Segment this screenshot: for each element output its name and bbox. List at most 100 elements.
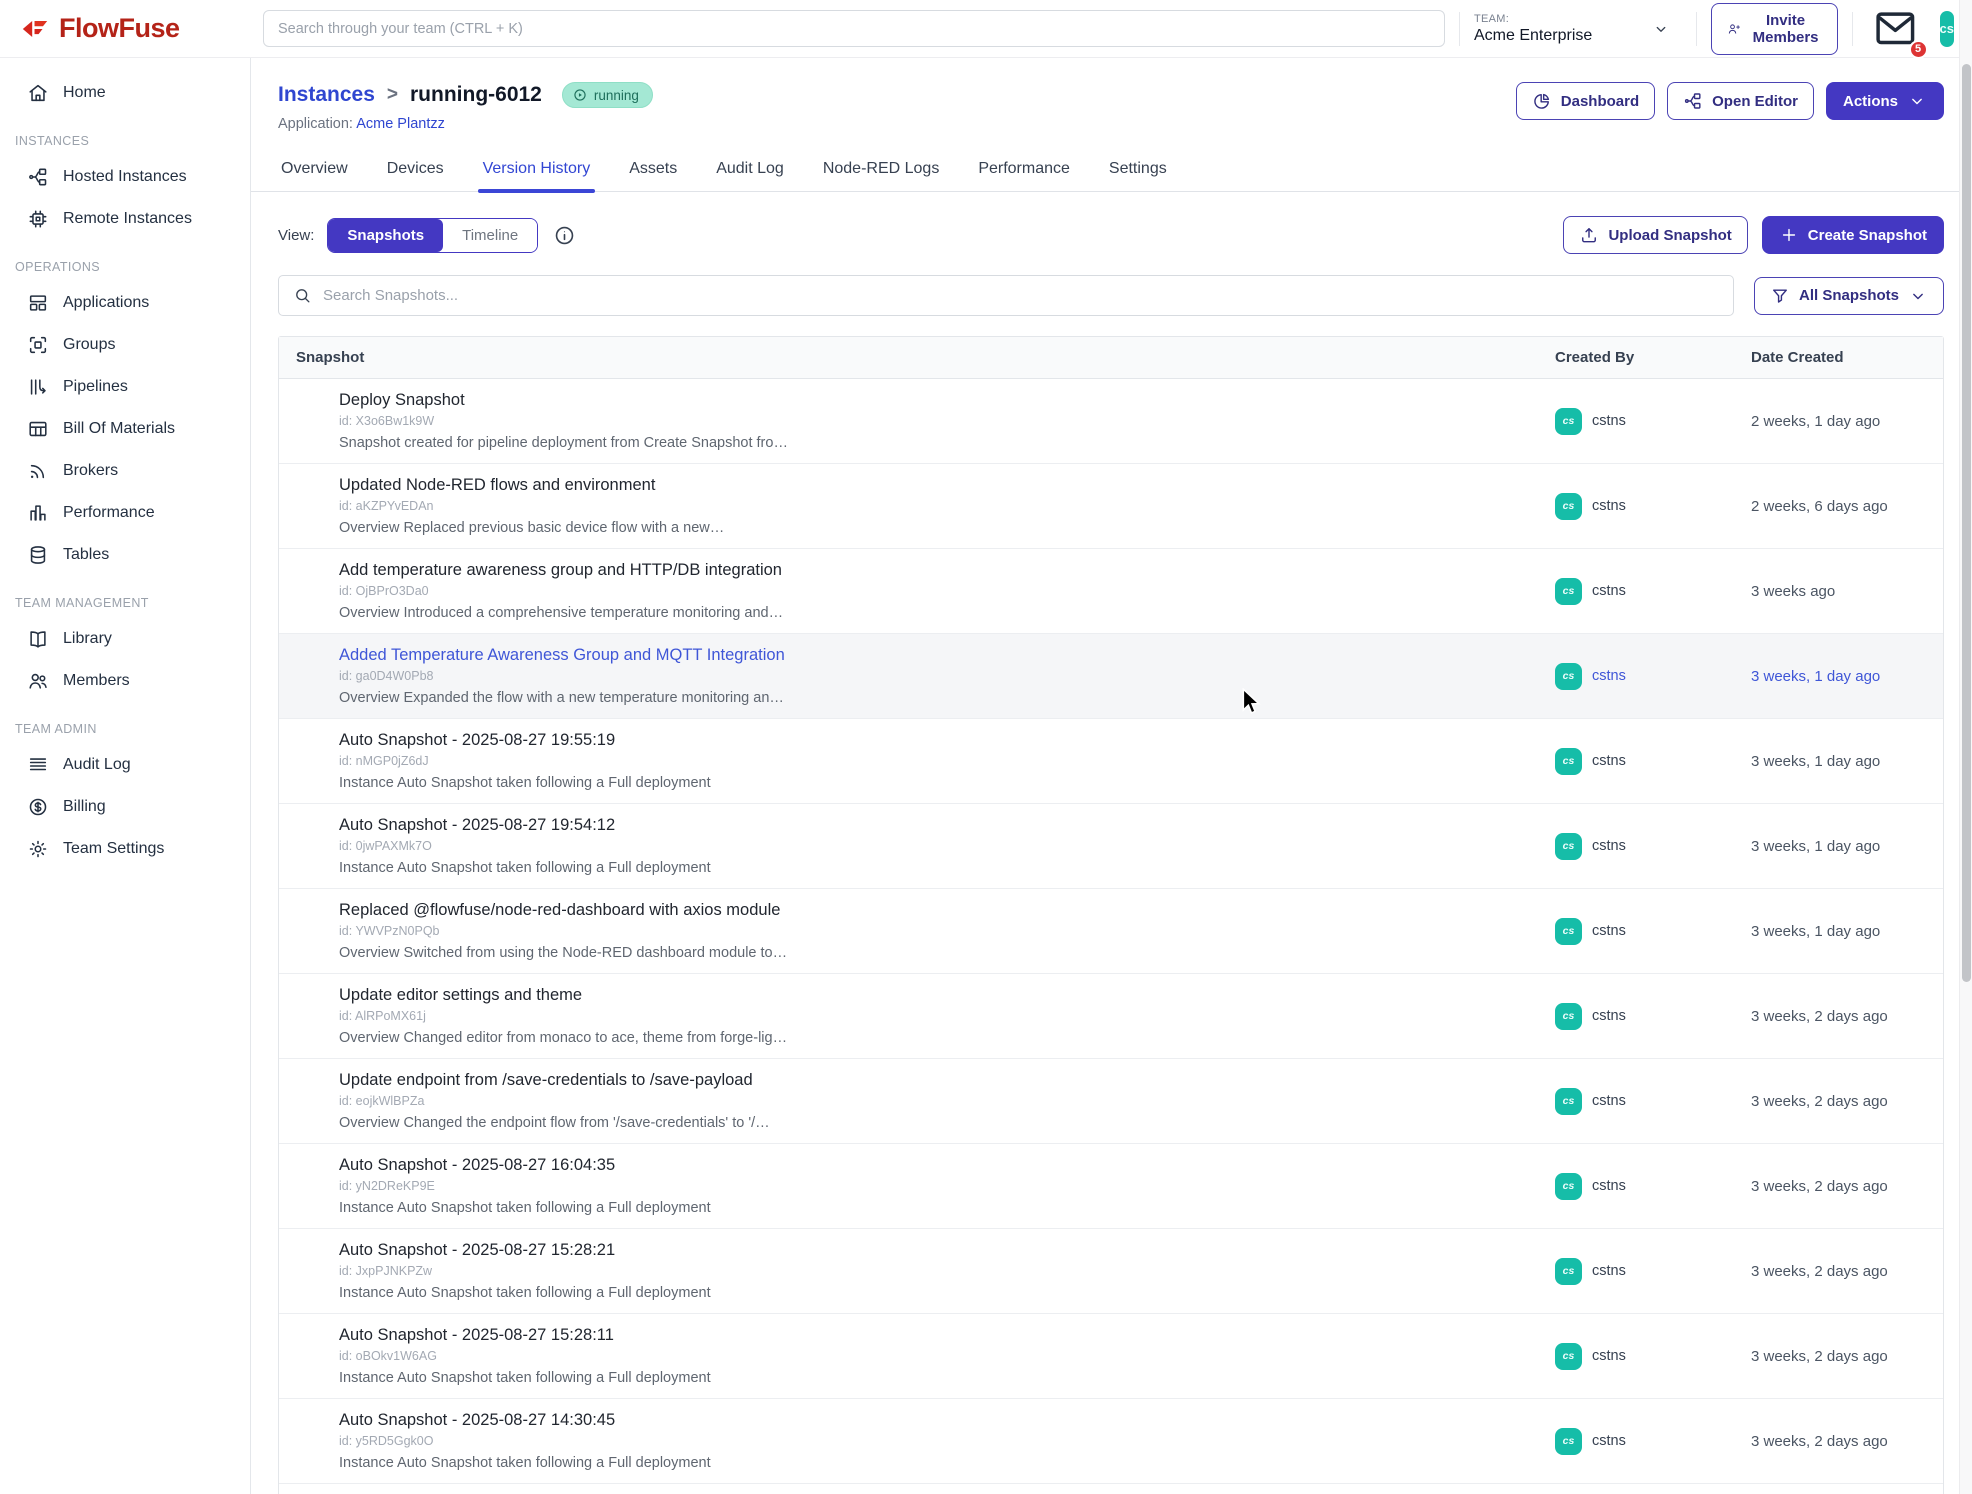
table-row[interactable]: Deploy Snapshot id: X3o6Bw1k9W Snapshot … xyxy=(279,379,1943,464)
sidebar-item-billing[interactable]: Billing xyxy=(0,786,250,828)
table-row[interactable]: Update editor settings and theme id: AlR… xyxy=(279,974,1943,1059)
snapshot-title[interactable]: Update editor settings and theme xyxy=(339,986,787,1005)
sidebar-item-brokers[interactable]: Brokers xyxy=(0,450,250,492)
view-segment-timeline[interactable]: Timeline xyxy=(443,219,537,252)
flowfuse-logo[interactable]: FlowFuse xyxy=(20,13,263,44)
tab-devices[interactable]: Devices xyxy=(386,154,445,191)
snapshot-description: Instance Auto Snapshot taken following a… xyxy=(339,1370,711,1386)
snapshot-title[interactable]: Auto Snapshot - 2025-08-27 19:55:19 xyxy=(339,731,711,750)
actions-button[interactable]: Actions xyxy=(1826,82,1944,120)
snapshot-title[interactable]: Auto Snapshot - 2025-08-27 14:30:45 xyxy=(339,1411,711,1430)
sidebar-item-pipelines[interactable]: Pipelines xyxy=(0,366,250,408)
team-name: Acme Enterprise xyxy=(1474,27,1592,45)
snapshot-title[interactable]: Added Temperature Awareness Group and MQ… xyxy=(339,646,785,665)
table-row[interactable]: Add temperature awareness group and HTTP… xyxy=(279,549,1943,634)
sidebar-item-performance[interactable]: Performance xyxy=(0,492,250,534)
snapshot-id: id: eojkWlBPZa xyxy=(339,1094,770,1108)
tab-performance[interactable]: Performance xyxy=(977,154,1071,191)
team-selector[interactable]: TEAM: Acme Enterprise xyxy=(1474,13,1682,45)
scrollbar-thumb[interactable] xyxy=(1962,64,1971,982)
table-row[interactable]: Auto Snapshot - 2025-08-27 15:28:11 id: … xyxy=(279,1314,1943,1399)
snapshot-id: id: JxpPJNKPZw xyxy=(339,1264,711,1278)
clock-icon xyxy=(297,1089,322,1114)
sidebar: HomeINSTANCESHosted InstancesRemote Inst… xyxy=(0,58,251,1494)
invite-members-button[interactable]: Invite Members xyxy=(1711,3,1838,55)
date-created: 3 weeks, 2 days ago xyxy=(1751,1263,1943,1280)
dashboard-button[interactable]: Dashboard xyxy=(1516,82,1655,120)
snapshot-title[interactable]: Replaced @flowfuse/node-red-dashboard wi… xyxy=(339,901,787,920)
snapshot-description: Instance Auto Snapshot taken following a… xyxy=(339,860,711,876)
node-red-icon xyxy=(1683,91,1703,111)
table-row[interactable]: Added Temperature Awareness Group and MQ… xyxy=(279,634,1943,719)
avatar: cs xyxy=(1555,1088,1582,1115)
remote-instances-icon xyxy=(27,208,49,230)
avatar: cs xyxy=(1555,918,1582,945)
sidebar-item-members[interactable]: Members xyxy=(0,660,250,702)
sidebar-item-hosted-instances[interactable]: Hosted Instances xyxy=(0,156,250,198)
sidebar-item-home[interactable]: Home xyxy=(0,72,250,114)
sidebar-item-team-settings[interactable]: Team Settings xyxy=(0,828,250,870)
sidebar-item-audit-log[interactable]: Audit Log xyxy=(0,744,250,786)
user-avatar[interactable]: cs xyxy=(1940,11,1954,47)
sidebar-section-label: OPERATIONS xyxy=(0,240,250,282)
created-by-name: cstns xyxy=(1592,1348,1626,1364)
clock-icon xyxy=(297,1174,322,1199)
snapshot-id: id: ga0D4W0Pb8 xyxy=(339,669,785,683)
info-icon[interactable] xyxy=(553,224,576,247)
tab-version-history[interactable]: Version History xyxy=(482,154,592,191)
table-row[interactable]: Auto Snapshot - 2025-08-27 19:54:12 id: … xyxy=(279,804,1943,889)
snapshot-search-input[interactable] xyxy=(323,287,1719,304)
snapshot-title[interactable]: Add temperature awareness group and HTTP… xyxy=(339,561,783,580)
tab-audit-log[interactable]: Audit Log xyxy=(715,154,785,191)
clock-icon xyxy=(297,919,322,944)
table-row[interactable]: Updated Node-RED flows and environment i… xyxy=(279,464,1943,549)
table-row[interactable]: Auto Snapshot - 2025-08-27 16:04:35 id: … xyxy=(279,1144,1943,1229)
tab-overview[interactable]: Overview xyxy=(280,154,349,191)
snapshot-title[interactable]: Updated Node-RED flows and environment xyxy=(339,476,724,495)
snapshot-filter-dropdown[interactable]: All Snapshots xyxy=(1754,277,1944,315)
table-row[interactable]: Add HTTP endpoint for saving credentials… xyxy=(279,1484,1943,1494)
sidebar-item-label: Pipelines xyxy=(63,378,128,396)
sidebar-item-label: Hosted Instances xyxy=(63,168,187,186)
create-snapshot-button[interactable]: Create Snapshot xyxy=(1762,216,1944,254)
snapshot-title[interactable]: Auto Snapshot - 2025-08-27 19:54:12 xyxy=(339,816,711,835)
tab-settings[interactable]: Settings xyxy=(1108,154,1168,191)
chevron-down-icon xyxy=(1908,286,1928,306)
view-label: View: xyxy=(278,227,314,244)
table-row[interactable]: Auto Snapshot - 2025-08-27 15:28:21 id: … xyxy=(279,1229,1943,1314)
breadcrumb-instances-link[interactable]: Instances xyxy=(278,83,375,107)
notifications-button[interactable]: 5 xyxy=(1871,4,1920,53)
sidebar-item-bill-of-materials[interactable]: Bill Of Materials xyxy=(0,408,250,450)
sidebar-item-library[interactable]: Library xyxy=(0,618,250,660)
table-row[interactable]: Auto Snapshot - 2025-08-27 19:55:19 id: … xyxy=(279,719,1943,804)
snapshot-title[interactable]: Auto Snapshot - 2025-08-27 16:04:35 xyxy=(339,1156,711,1175)
table-row[interactable]: Update endpoint from /save-credentials t… xyxy=(279,1059,1943,1144)
vertical-scrollbar[interactable] xyxy=(1959,0,1972,1494)
sidebar-item-groups[interactable]: Groups xyxy=(0,324,250,366)
created-by-name: cstns xyxy=(1592,668,1626,684)
tab-assets[interactable]: Assets xyxy=(628,154,678,191)
upload-snapshot-button[interactable]: Upload Snapshot xyxy=(1563,216,1747,254)
table-row[interactable]: Replaced @flowfuse/node-red-dashboard wi… xyxy=(279,889,1943,974)
sidebar-item-label: Billing xyxy=(63,798,106,816)
tab-node-red-logs[interactable]: Node-RED Logs xyxy=(822,154,941,191)
view-segment-snapshots[interactable]: Snapshots xyxy=(328,219,443,252)
avatar-initials: cs xyxy=(1563,1010,1575,1022)
divider xyxy=(1459,12,1460,46)
open-editor-button[interactable]: Open Editor xyxy=(1667,82,1814,120)
created-by-name: cstns xyxy=(1592,498,1626,514)
table-row[interactable]: Auto Snapshot - 2025-08-27 14:30:45 id: … xyxy=(279,1399,1943,1484)
sidebar-item-label: Members xyxy=(63,672,130,690)
brand-text: FlowFuse xyxy=(59,13,180,44)
application-link[interactable]: Acme Plantzz xyxy=(356,116,445,132)
sidebar-item-applications[interactable]: Applications xyxy=(0,282,250,324)
clock-icon xyxy=(297,664,322,689)
snapshot-title[interactable]: Auto Snapshot - 2025-08-27 15:28:21 xyxy=(339,1241,711,1260)
snapshot-title[interactable]: Deploy Snapshot xyxy=(339,391,788,410)
sidebar-item-remote-instances[interactable]: Remote Instances xyxy=(0,198,250,240)
global-search-input[interactable] xyxy=(263,10,1445,47)
snapshot-title[interactable]: Update endpoint from /save-credentials t… xyxy=(339,1071,770,1090)
snapshot-title[interactable]: Auto Snapshot - 2025-08-27 15:28:11 xyxy=(339,1326,711,1345)
sidebar-item-tables[interactable]: Tables xyxy=(0,534,250,576)
topbar: FlowFuse TEAM: Acme Enterprise Invite Me… xyxy=(0,0,1972,58)
